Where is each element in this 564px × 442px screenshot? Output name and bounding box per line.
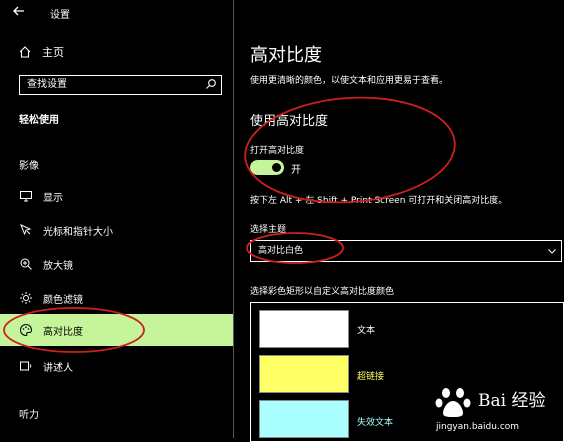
sidebar-item-home[interactable]: 主页: [18, 43, 64, 61]
sidebar-item-display[interactable]: 显示: [0, 180, 233, 212]
toggle-label: 打开高对比度: [250, 146, 305, 156]
title-bar: 设置: [0, 0, 234, 26]
window-title: 设置: [50, 10, 70, 21]
watermark-url: jingyan.baidu.com: [436, 422, 520, 432]
sidebar-item-label: 光标和指针大小: [43, 226, 113, 238]
group-vision-label: 影像: [19, 161, 39, 172]
toggle-state: 开: [291, 165, 301, 176]
theme-label: 选择主题: [250, 225, 287, 235]
back-button[interactable]: [12, 4, 34, 22]
main-content: 高对比度 使用更清晰的颜色，以使文本和应用更易于查看。 使用高对比度 打开高对比…: [250, 0, 564, 442]
page-description: 使用更清晰的颜色，以使文本和应用更易于查看。: [250, 76, 449, 86]
narrator-icon: [20, 361, 32, 371]
sidebar-item-high-contrast[interactable]: 高对比度: [0, 314, 233, 346]
sidebar-item-label: 讲述人: [43, 362, 73, 374]
sidebar-item-magnifier[interactable]: 放大镜: [0, 248, 233, 280]
search-placeholder: 查找设置: [27, 79, 67, 90]
sidebar-item-label: 放大镜: [43, 260, 73, 272]
sidebar-item-label: 颜色滤镜: [43, 294, 83, 306]
category-title: 轻松使用: [19, 115, 59, 126]
magnifier-icon: [20, 258, 32, 270]
home-icon: [19, 46, 31, 58]
chevron-down-icon: [548, 249, 556, 254]
brightness-icon: [20, 292, 32, 304]
search-input[interactable]: 查找设置: [19, 75, 222, 95]
watermark-brand: Bai 经验: [478, 391, 546, 411]
swatch-text[interactable]: [259, 310, 349, 348]
theme-value: 高对比白色: [258, 246, 304, 256]
search-icon: [206, 79, 216, 89]
palette-icon: [20, 323, 32, 337]
section-title: 使用高对比度: [250, 114, 329, 129]
high-contrast-toggle[interactable]: [250, 160, 284, 175]
swatch-hyperlink[interactable]: [259, 355, 349, 393]
sidebar-item-narrator[interactable]: 讲述人: [0, 350, 233, 382]
sidebar: 设置 主页 查找设置 轻松使用 影像 显示 光标和指针大小 放大镜 颜色滤镜 高…: [0, 0, 234, 438]
settings-window: 设置 主页 查找设置 轻松使用 影像 显示 光标和指针大小 放大镜 颜色滤镜 高…: [0, 0, 564, 442]
shortcut-hint: 按下左 Alt + 左 Shift + Print Screen 可打开和关闭高…: [250, 196, 508, 206]
baidu-watermark: Bai 经验 jingyan.baidu.com: [430, 382, 564, 438]
sidebar-item-label: 显示: [43, 192, 63, 204]
theme-dropdown[interactable]: 高对比白色: [250, 240, 562, 262]
swatch-label-hyperlink: 超链接: [357, 372, 385, 382]
monitor-icon: [20, 191, 32, 202]
sidebar-item-label: 主页: [42, 46, 64, 59]
swatch-label-text: 文本: [357, 326, 376, 336]
colors-label: 选择彩色矩形以自定义高对比度颜色: [250, 287, 395, 297]
swatch-disabled-text[interactable]: [259, 400, 349, 438]
sidebar-item-cursor[interactable]: 光标和指针大小: [0, 214, 233, 246]
toggle-knob: [272, 163, 281, 172]
sidebar-item-color-filters[interactable]: 颜色滤镜: [0, 282, 233, 314]
group-hearing-label: 听力: [19, 410, 39, 421]
arrow-left-icon: [13, 6, 24, 16]
swatch-label-disabled: 失效文本: [357, 418, 394, 428]
cursor-icon: [20, 224, 32, 236]
sidebar-item-label: 高对比度: [43, 326, 83, 338]
paw-logo-icon: [435, 388, 471, 417]
page-title: 高对比度: [250, 45, 322, 66]
